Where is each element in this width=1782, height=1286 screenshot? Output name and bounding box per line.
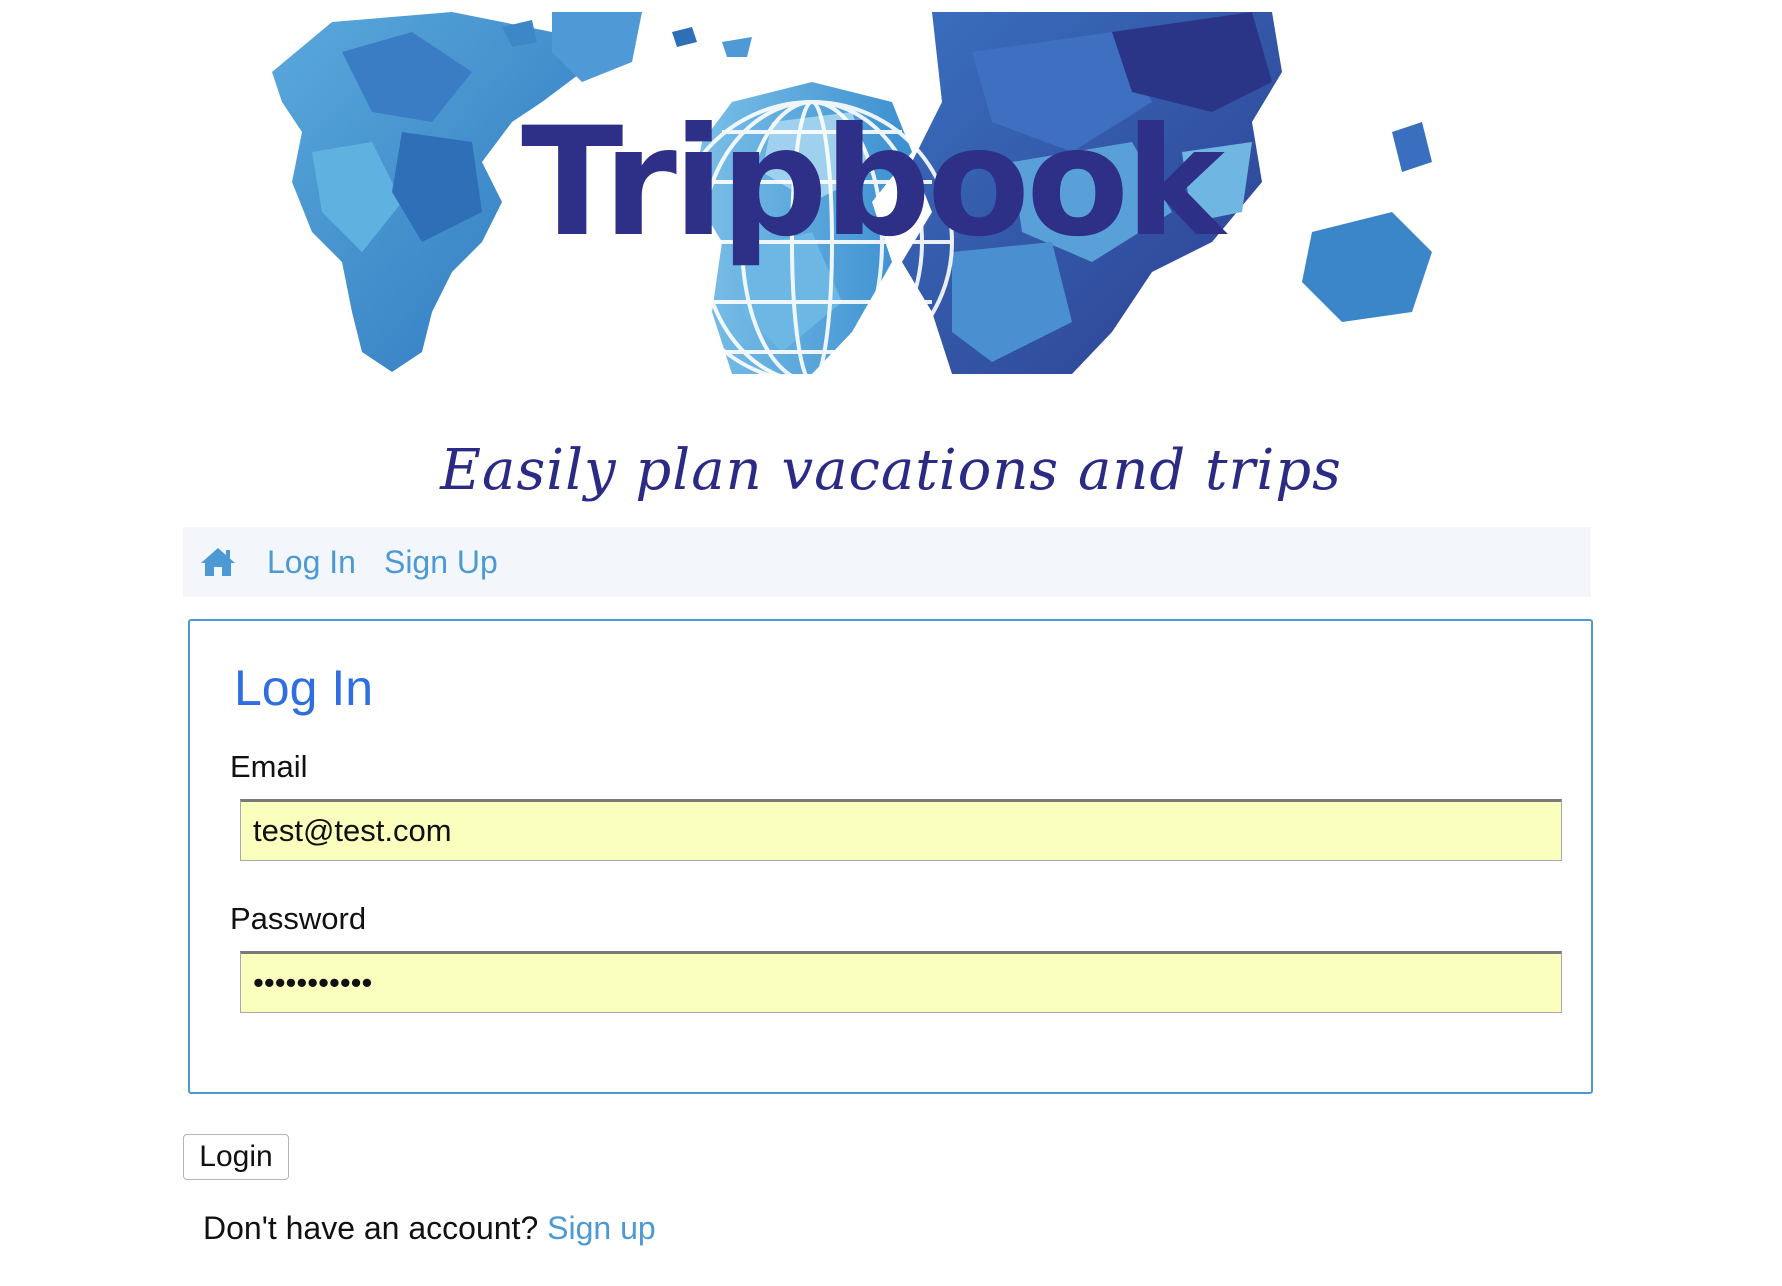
signup-prompt-text: Don't have an account? <box>203 1210 548 1246</box>
email-label: Email <box>230 749 308 784</box>
logo-text: Tripbook <box>521 96 1225 270</box>
banner: Tripbook <box>252 12 1490 374</box>
page: Tripbook Easily plan vacations and trips… <box>0 0 1782 1286</box>
navbar: Log In Sign Up <box>183 527 1591 597</box>
email-input[interactable] <box>240 799 1562 861</box>
signup-prompt: Don't have an account? Sign up <box>203 1210 656 1247</box>
nav-link-sign-up[interactable]: Sign Up <box>384 544 498 581</box>
password-input[interactable] <box>240 951 1562 1013</box>
home-icon[interactable] <box>199 545 237 579</box>
nav-link-log-in[interactable]: Log In <box>267 544 356 581</box>
tagline: Easily plan vacations and trips <box>440 438 1342 503</box>
login-card: Log In Email Password <box>188 619 1593 1094</box>
login-title: Log In <box>234 660 374 716</box>
password-label: Password <box>230 901 367 936</box>
signup-link[interactable]: Sign up <box>547 1210 656 1246</box>
login-button[interactable]: Login <box>183 1134 289 1180</box>
